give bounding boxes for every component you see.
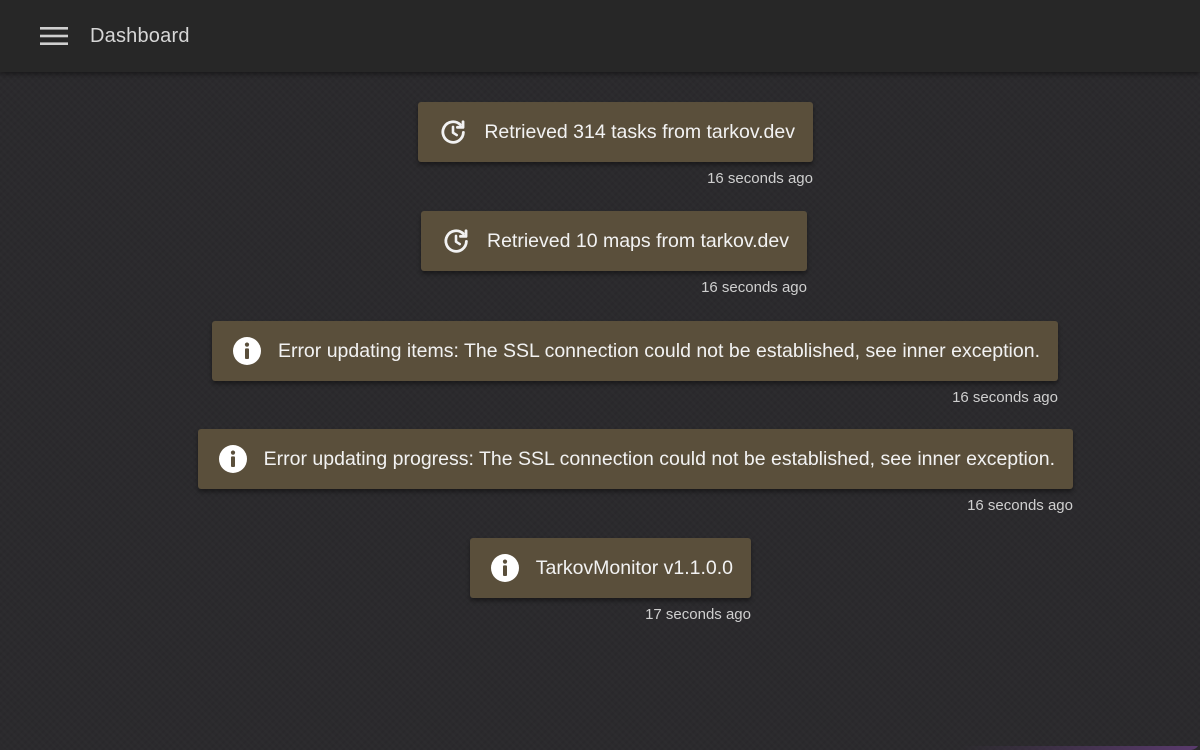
message-text: Error updating items: The SSL connection…: [277, 339, 1040, 362]
message-text: Error updating progress: The SSL connect…: [263, 447, 1055, 470]
menu-button[interactable]: [32, 14, 76, 58]
message-timestamp: 16 seconds ago: [701, 279, 807, 296]
message-bubble: Retrieved 10 maps from tarkov.dev: [420, 211, 807, 271]
app-bar: Dashboard: [0, 0, 1200, 72]
message-text: TarkovMonitor v1.1.0.0: [535, 556, 733, 579]
message-bubble: TarkovMonitor v1.1.0.0: [469, 538, 751, 598]
message-timestamp: 17 seconds ago: [645, 606, 751, 623]
refresh-clock-icon: [438, 117, 468, 147]
info-icon: [490, 553, 520, 583]
message-text: Retrieved 10 maps from tarkov.dev: [486, 229, 789, 252]
message-item: Error updating progress: The SSL connect…: [0, 429, 1073, 524]
info-icon: [232, 336, 262, 366]
hamburger-menu-icon: [40, 27, 68, 45]
message-bubble: Retrieved 314 tasks from tarkov.dev: [418, 102, 813, 162]
message-text: Retrieved 314 tasks from tarkov.dev: [484, 120, 795, 143]
message-item: Retrieved 10 maps from tarkov.dev 16 sec…: [0, 211, 807, 306]
app-window: Dashboard Retrieved 314 tasks from tarko…: [0, 0, 1200, 750]
message-item: Error updating items: The SSL connection…: [0, 321, 1058, 416]
message-item: Retrieved 314 tasks from tarkov.dev 16 s…: [0, 102, 813, 197]
message-timestamp: 16 seconds ago: [952, 389, 1058, 406]
message-timestamp: 16 seconds ago: [967, 497, 1073, 514]
page-title: Dashboard: [90, 24, 190, 47]
message-bubble: Error updating items: The SSL connection…: [211, 321, 1058, 381]
message-item: TarkovMonitor v1.1.0.0 17 seconds ago: [0, 538, 751, 633]
message-bubble: Error updating progress: The SSL connect…: [197, 429, 1073, 489]
info-icon: [218, 444, 248, 474]
refresh-clock-icon: [441, 226, 471, 256]
message-timestamp: 16 seconds ago: [707, 170, 813, 187]
